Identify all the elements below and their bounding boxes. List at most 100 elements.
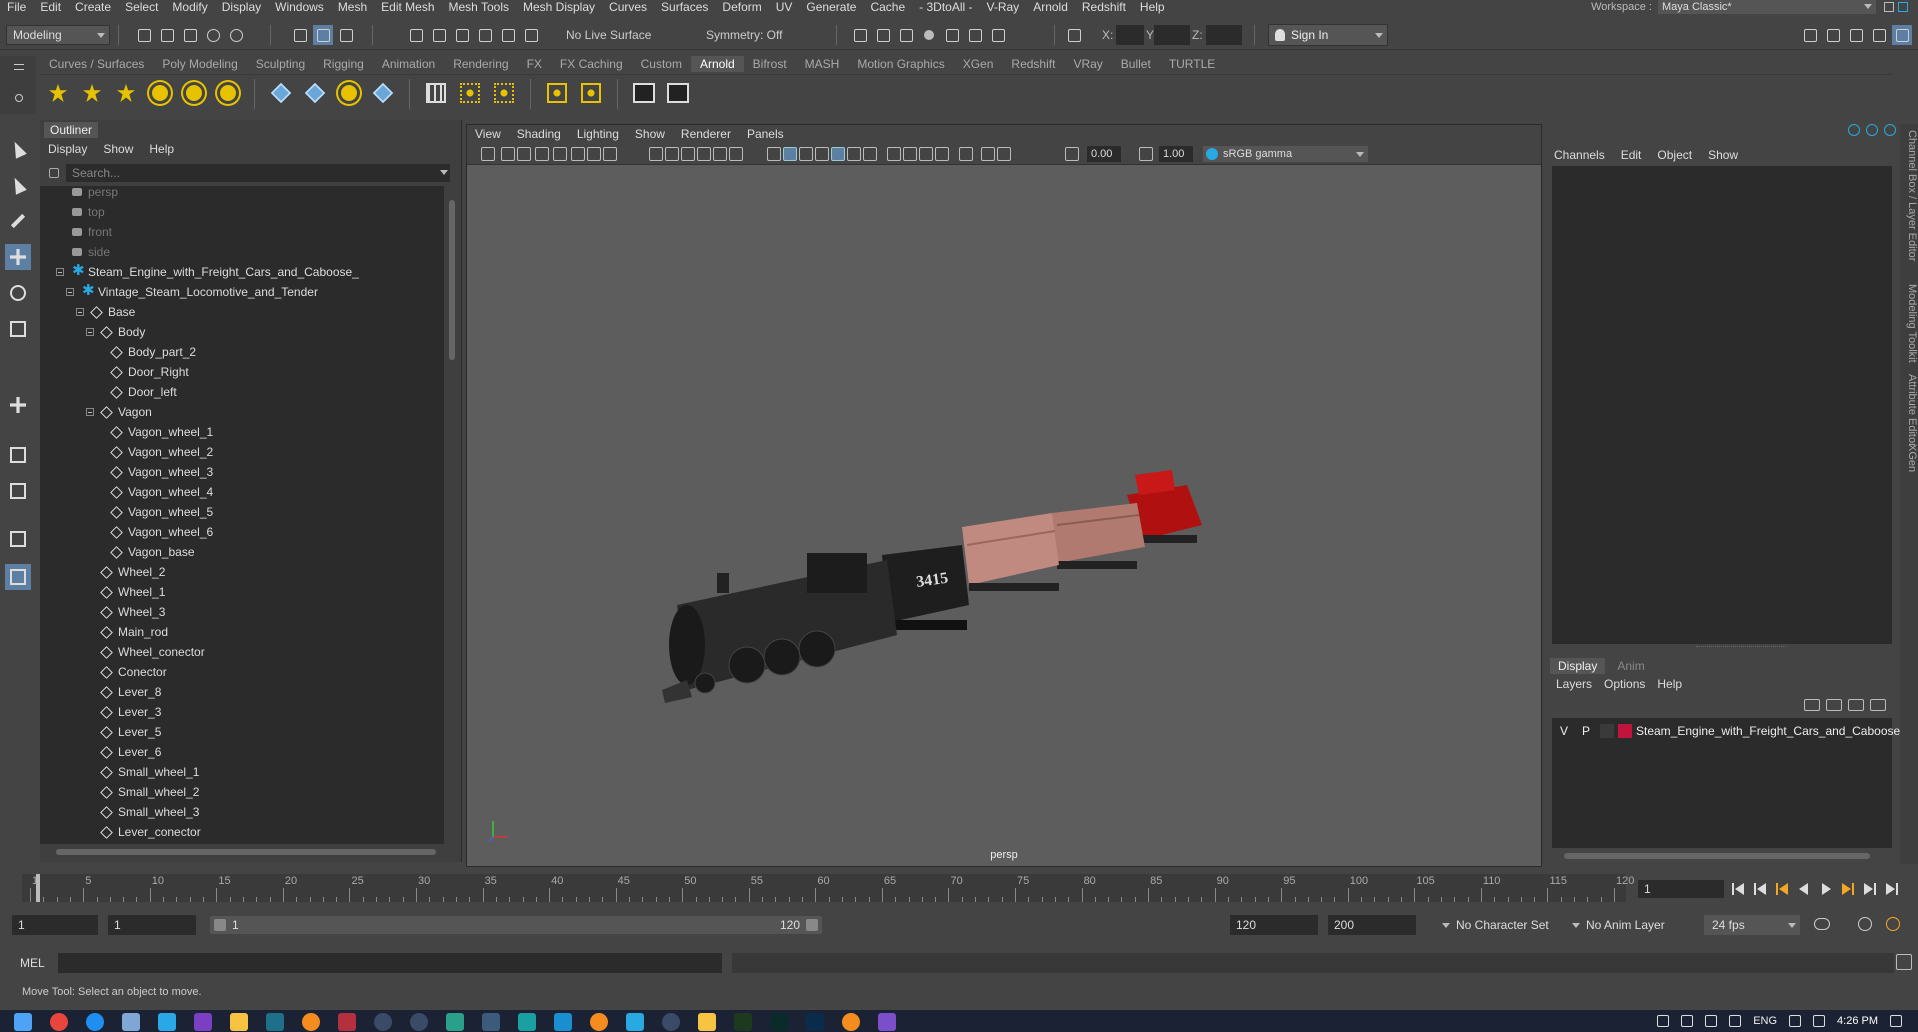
outliner-menu-show[interactable]: Show bbox=[95, 140, 141, 158]
outliner-item[interactable]: Wheel_conector bbox=[40, 642, 444, 662]
collapse-toggle-icon[interactable] bbox=[86, 408, 94, 416]
layer-display-type-toggle[interactable] bbox=[1600, 724, 1614, 738]
menu-display[interactable]: Display bbox=[215, 0, 268, 14]
step-back-frame-icon[interactable] bbox=[1796, 881, 1812, 897]
outliner-item[interactable]: Body bbox=[40, 322, 444, 342]
area-light-icon[interactable] bbox=[44, 79, 72, 107]
menu-deform[interactable]: Deform bbox=[715, 0, 768, 14]
menu-3dtoall[interactable]: - 3DtoAll - bbox=[912, 0, 979, 14]
outliner-item[interactable]: Wheel_1 bbox=[40, 582, 444, 602]
shelf-tab-animation[interactable]: Animation bbox=[373, 56, 444, 72]
shelf-tab-arnold[interactable]: Arnold bbox=[690, 56, 744, 72]
shelf-tab-fx-caching[interactable]: FX Caching bbox=[551, 56, 632, 72]
channel-box-icon[interactable] bbox=[1892, 25, 1912, 45]
float-panel-icon[interactable] bbox=[1884, 124, 1896, 136]
camera-lock-icon[interactable] bbox=[501, 147, 515, 161]
channel-box-menu-edit[interactable]: Edit bbox=[1613, 146, 1650, 164]
render-play-icon[interactable] bbox=[664, 79, 692, 107]
undo-icon[interactable] bbox=[203, 25, 223, 45]
operator-graph-icon[interactable] bbox=[490, 79, 518, 107]
collapse-toggle-icon[interactable] bbox=[56, 268, 64, 276]
search-input[interactable]: Search... bbox=[66, 164, 450, 182]
locomotive[interactable] bbox=[662, 553, 897, 703]
outliner-menu-help[interactable]: Help bbox=[141, 140, 182, 158]
mesh-light-icon[interactable] bbox=[78, 79, 106, 107]
collapse-toggle-icon[interactable] bbox=[86, 328, 94, 336]
outliner-item[interactable]: Vagon_base bbox=[40, 542, 444, 562]
viewport-menu-lighting[interactable]: Lighting bbox=[569, 125, 627, 143]
language-indicator[interactable]: ENG bbox=[1753, 1015, 1777, 1027]
outliner-item[interactable]: Small_wheel_3 bbox=[40, 802, 444, 822]
visual-studio-icon[interactable] bbox=[878, 1013, 896, 1031]
menu-redshift[interactable]: Redshift bbox=[1075, 0, 1133, 14]
outliner-item[interactable]: Vagon_wheel_6 bbox=[40, 522, 444, 542]
script-editor-icon[interactable] bbox=[1896, 954, 1912, 970]
scrollbar-thumb[interactable] bbox=[56, 849, 436, 855]
axis-icon[interactable] bbox=[1848, 124, 1860, 136]
davinci-icon[interactable] bbox=[338, 1013, 356, 1031]
3dsmax-icon[interactable] bbox=[518, 1013, 536, 1031]
layer-menu-layers[interactable]: Layers bbox=[1550, 676, 1598, 692]
use-lights-icon[interactable] bbox=[847, 147, 861, 161]
outliner-item[interactable]: Vagon_wheel_2 bbox=[40, 442, 444, 462]
side-tab-xgen[interactable]: XGen bbox=[1900, 444, 1918, 472]
ipr-render-icon[interactable] bbox=[896, 25, 916, 45]
shelf-tab-vray[interactable]: VRay bbox=[1064, 56, 1111, 72]
shelf-tab-rendering[interactable]: Rendering bbox=[444, 56, 517, 72]
shelf-tab-bifrost[interactable]: Bifrost bbox=[744, 56, 796, 72]
live-surface-field[interactable]: No Live Surface bbox=[560, 25, 666, 45]
outliner-item[interactable]: Wheel_3 bbox=[40, 602, 444, 622]
two-d-pan-icon[interactable] bbox=[571, 147, 585, 161]
render-view-eye-icon[interactable] bbox=[630, 79, 658, 107]
shelf-tab-poly-modeling[interactable]: Poly Modeling bbox=[153, 56, 246, 72]
volume-icon[interactable] bbox=[1813, 1015, 1826, 1027]
outliner-item[interactable]: persp bbox=[40, 186, 444, 202]
shelf-tab-curves-surfaces[interactable]: Curves / Surfaces bbox=[40, 56, 153, 72]
new-layer-icon[interactable] bbox=[1848, 699, 1864, 711]
display-layer-row[interactable]: V P Steam_Engine_with_Freight_Cars_and_C… bbox=[1552, 722, 1900, 740]
playback-end-input[interactable]: 120 bbox=[1230, 915, 1318, 935]
resolution-gate-icon[interactable] bbox=[665, 147, 679, 161]
new-layer-from-selected-icon[interactable] bbox=[1870, 699, 1886, 711]
menu-curves[interactable]: Curves bbox=[602, 0, 654, 14]
go-to-end-icon[interactable] bbox=[1884, 881, 1900, 897]
animation-end-input[interactable]: 200 bbox=[1328, 915, 1416, 935]
photometric-light-icon[interactable] bbox=[112, 79, 140, 107]
file-explorer-icon[interactable] bbox=[230, 1013, 248, 1031]
select-tool-icon[interactable] bbox=[5, 136, 31, 162]
last-tool-icon[interactable] bbox=[5, 392, 31, 418]
depth-of-field-icon[interactable] bbox=[935, 147, 949, 161]
sign-in-button[interactable]: Sign In bbox=[1268, 24, 1388, 46]
layer-menu-options[interactable]: Options bbox=[1598, 676, 1651, 692]
tx-flush-icon[interactable] bbox=[456, 79, 484, 107]
outliner-item[interactable]: top bbox=[40, 202, 444, 222]
collapse-toggle-icon[interactable] bbox=[66, 288, 74, 296]
film-gate-icon[interactable] bbox=[649, 147, 663, 161]
snap-grid-icon[interactable] bbox=[406, 25, 426, 45]
shelf-tab-bullet[interactable]: Bullet bbox=[1112, 56, 1160, 72]
light-portal-icon[interactable] bbox=[180, 79, 208, 107]
move-tool-icon[interactable] bbox=[5, 244, 31, 270]
texture-manager-icon[interactable] bbox=[422, 79, 450, 107]
animation-preferences-icon[interactable] bbox=[1886, 917, 1900, 931]
xray-icon[interactable] bbox=[831, 147, 845, 161]
outliner-menu-display[interactable]: Display bbox=[40, 140, 95, 158]
skydome-light-icon[interactable] bbox=[146, 79, 174, 107]
smooth-shade-icon[interactable] bbox=[783, 147, 797, 161]
wireframe-on-shaded-icon[interactable] bbox=[815, 147, 829, 161]
viewport-menu-shading[interactable]: Shading bbox=[509, 125, 569, 143]
layer-visibility-toggle[interactable]: V bbox=[1560, 722, 1568, 740]
menu-edit-mesh[interactable]: Edit Mesh bbox=[374, 0, 441, 14]
xray-joints-icon[interactable] bbox=[981, 147, 995, 161]
physical-sky-icon[interactable] bbox=[214, 79, 242, 107]
3dsmax-2-icon[interactable] bbox=[554, 1013, 572, 1031]
cinema4d-2-icon[interactable] bbox=[410, 1013, 428, 1031]
step-back-key-icon[interactable] bbox=[1752, 881, 1768, 897]
telegram-icon[interactable] bbox=[158, 1013, 176, 1031]
four-view-layout-icon[interactable] bbox=[5, 478, 31, 504]
menu-mesh[interactable]: Mesh bbox=[331, 0, 374, 14]
outliner-item[interactable]: Lever_5 bbox=[40, 722, 444, 742]
range-start-handle[interactable] bbox=[214, 919, 226, 931]
layer-editor-scrollbar[interactable] bbox=[1552, 850, 1892, 862]
menu-arnold[interactable]: Arnold bbox=[1026, 0, 1075, 14]
